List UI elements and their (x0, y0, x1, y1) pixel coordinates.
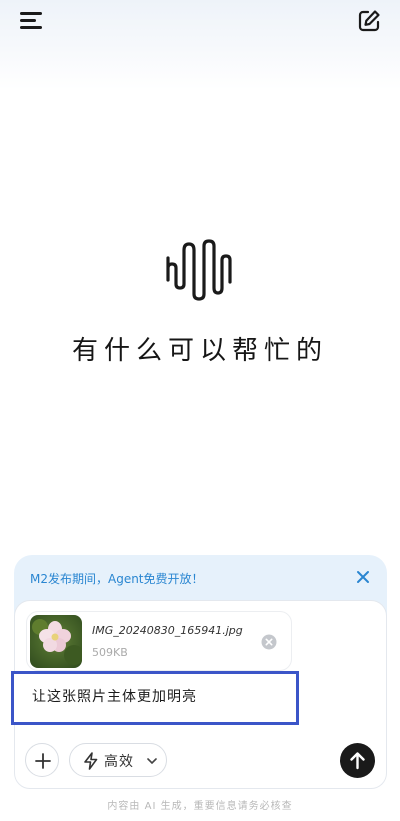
new-chat-button[interactable] (356, 8, 382, 34)
attachment-file-name: IMG_20240830_165941.jpg (92, 624, 243, 637)
soundwave-logo-icon (164, 238, 236, 302)
attachment-file-size: 509KB (92, 646, 128, 659)
close-icon (357, 571, 369, 583)
edit-pencil-square-icon (358, 10, 380, 32)
ai-disclaimer-text: 内容由 AI 生成，重要信息请务必核查 (107, 801, 293, 812)
promo-banner-text: M2发布期间，Agent免费开放！ (30, 572, 204, 586)
arrow-up-icon (350, 752, 365, 770)
flower-photo-thumbnail (30, 615, 82, 668)
mode-label: 高效 (104, 754, 134, 770)
plus-icon (35, 753, 51, 769)
add-button[interactable] (25, 743, 59, 777)
hamburger-menu-icon-line (20, 19, 36, 22)
remove-circle-icon (261, 634, 277, 650)
prompt-input-text[interactable]: 让这张照片主体更加明亮 (32, 686, 197, 706)
send-button[interactable] (340, 743, 375, 778)
lightning-icon (84, 752, 98, 770)
greeting-heading: 有什么可以帮忙的 (71, 336, 328, 366)
hamburger-menu-icon-line (20, 26, 42, 29)
remove-attachment-button[interactable] (261, 634, 277, 650)
chevron-down-icon (147, 758, 157, 764)
menu-button[interactable] (18, 10, 44, 30)
promo-close-button[interactable] (354, 568, 372, 586)
top-gradient-background (0, 0, 400, 90)
hamburger-menu-icon (20, 12, 42, 15)
